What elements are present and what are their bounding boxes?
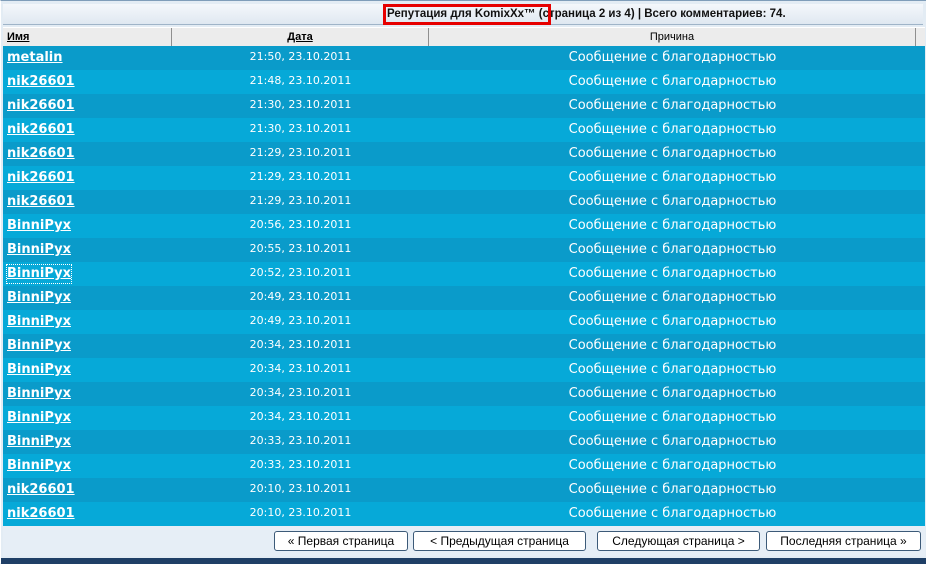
row-date: 20:49, 23.10.2011 bbox=[249, 290, 352, 303]
row-date: 20:49, 23.10.2011 bbox=[249, 314, 352, 327]
previous-page-button[interactable]: < Предыдущая страница bbox=[413, 531, 586, 551]
table-row: BinniPyx 20:34, 23.10.2011 Сообщение с бла… bbox=[3, 334, 925, 358]
user-link[interactable]: nik26601 bbox=[7, 505, 75, 523]
table-row: BinniPyx 20:34, 23.10.2011 Сообщение с бла… bbox=[3, 406, 925, 430]
bottom-border bbox=[1, 558, 926, 564]
first-page-button[interactable]: « Первая страница bbox=[274, 531, 408, 551]
row-reason: Сообщение с благодарностью bbox=[568, 146, 777, 161]
user-link[interactable]: nik26601 bbox=[7, 73, 75, 91]
row-reason: Сообщение с благодарностью bbox=[568, 314, 777, 329]
row-reason: Сообщение с благодарностью bbox=[568, 386, 777, 401]
row-date: 20:55, 23.10.2011 bbox=[249, 242, 352, 255]
row-date: 20:10, 23.10.2011 bbox=[249, 506, 352, 519]
row-date: 20:52, 23.10.2011 bbox=[249, 266, 352, 279]
user-link[interactable]: BinniPyx bbox=[7, 457, 71, 475]
row-reason: Сообщение с благодарностью bbox=[568, 194, 777, 209]
table-row: BinniPyx 20:52, 23.10.2011 Сообщение с бла… bbox=[3, 262, 925, 286]
user-link[interactable]: BinniPyx bbox=[7, 241, 71, 259]
row-date: 21:29, 23.10.2011 bbox=[249, 170, 352, 183]
user-link[interactable]: BinniPyx bbox=[7, 433, 71, 451]
table-row: BinniPyx 20:49, 23.10.2011 Сообщение с бла… bbox=[3, 286, 925, 310]
user-link[interactable]: metalin bbox=[7, 49, 63, 67]
table-row: nik26601 21:30, 23.10.2011 Сообщение с бла… bbox=[3, 118, 925, 142]
user-link[interactable]: BinniPyx bbox=[7, 409, 71, 427]
user-link[interactable]: BinniPyx bbox=[7, 289, 71, 307]
row-reason: Сообщение с благодарностью bbox=[568, 410, 777, 425]
row-date: 20:34, 23.10.2011 bbox=[249, 410, 352, 423]
table-row: nik26601 21:29, 23.10.2011 Сообщение с бла… bbox=[3, 190, 925, 214]
row-reason: Сообщение с благодарностью bbox=[568, 338, 777, 353]
row-reason: Сообщение с благодарностью bbox=[568, 458, 777, 473]
table-row: BinniPyx 20:33, 23.10.2011 Сообщение с бла… bbox=[3, 454, 925, 478]
table-row: nik26601 21:29, 23.10.2011 Сообщение с бла… bbox=[3, 166, 925, 190]
highlight-annotation-box bbox=[383, 4, 551, 25]
row-date: 21:50, 23.10.2011 bbox=[249, 50, 352, 63]
row-date: 21:30, 23.10.2011 bbox=[249, 98, 352, 111]
user-link[interactable]: nik26601 bbox=[7, 121, 75, 139]
title-bar: Репутация для KomixXx™ (страница 2 из 4)… bbox=[3, 4, 923, 25]
row-reason: Сообщение с благодарностью bbox=[568, 266, 777, 281]
row-reason: Сообщение с благодарностью bbox=[568, 290, 777, 305]
user-link[interactable]: BinniPyx bbox=[7, 313, 71, 331]
row-reason: Сообщение с благодарностью bbox=[568, 170, 777, 185]
table-row: nik26601 21:30, 23.10.2011 Сообщение с бла… bbox=[3, 94, 925, 118]
column-header-spacer bbox=[916, 28, 925, 46]
table-row: nik26601 21:48, 23.10.2011 Сообщение с бла… bbox=[3, 70, 925, 94]
row-date: 21:29, 23.10.2011 bbox=[249, 194, 352, 207]
row-date: 20:34, 23.10.2011 bbox=[249, 338, 352, 351]
row-date: 21:30, 23.10.2011 bbox=[249, 122, 352, 135]
user-link[interactable]: nik26601 bbox=[7, 145, 75, 163]
pagination-bar: « Первая страница < Предыдущая страница … bbox=[3, 526, 925, 556]
user-link[interactable]: BinniPyx bbox=[7, 337, 71, 355]
last-page-button[interactable]: Последняя страница » bbox=[766, 531, 921, 551]
user-link[interactable]: nik26601 bbox=[7, 481, 75, 499]
sort-by-name-link[interactable]: Имя bbox=[7, 31, 29, 43]
next-page-button[interactable]: Следующая страница > bbox=[597, 531, 760, 551]
table-row: BinniPyx 20:34, 23.10.2011 Сообщение с бла… bbox=[3, 358, 925, 382]
row-date: 20:56, 23.10.2011 bbox=[249, 218, 352, 231]
table-row: metalin 21:50, 23.10.2011 Сообщение с благ… bbox=[3, 46, 925, 70]
user-link[interactable]: BinniPyx bbox=[6, 264, 72, 284]
column-header-reason: Причина bbox=[429, 28, 916, 46]
table-header: Имя Дата Причина bbox=[3, 27, 925, 47]
column-header-date[interactable]: Дата bbox=[172, 28, 429, 46]
row-reason: Сообщение с благодарностью bbox=[568, 362, 777, 377]
row-reason: Сообщение с благодарностью bbox=[568, 506, 777, 521]
row-reason: Сообщение с благодарностью bbox=[568, 482, 777, 497]
table-row: BinniPyx 20:49, 23.10.2011 Сообщение с бла… bbox=[3, 310, 925, 334]
sort-by-date-link[interactable]: Дата bbox=[287, 31, 312, 43]
row-reason: Сообщение с благодарностью bbox=[568, 98, 777, 113]
user-link[interactable]: BinniPyx bbox=[7, 217, 71, 235]
table-row: BinniPyx 20:34, 23.10.2011 Сообщение с бла… bbox=[3, 382, 925, 406]
row-date: 20:34, 23.10.2011 bbox=[249, 362, 352, 375]
row-reason: Сообщение с благодарностью bbox=[568, 434, 777, 449]
reputation-window: Репутация для KomixXx™ (страница 2 из 4)… bbox=[0, 0, 926, 564]
column-header-name[interactable]: Имя bbox=[3, 28, 172, 46]
row-date: 20:33, 23.10.2011 bbox=[249, 434, 352, 447]
table-row: BinniPyx 20:55, 23.10.2011 Сообщение с бла… bbox=[3, 238, 925, 262]
row-date: 20:33, 23.10.2011 bbox=[249, 458, 352, 471]
table-row: nik26601 21:29, 23.10.2011 Сообщение с бла… bbox=[3, 142, 925, 166]
user-link[interactable]: nik26601 bbox=[7, 193, 75, 211]
user-link[interactable]: nik26601 bbox=[7, 169, 75, 187]
row-reason: Сообщение с благодарностью bbox=[568, 122, 777, 137]
table-row: nik26601 20:10, 23.10.2011 Сообщение с бла… bbox=[3, 478, 925, 502]
row-reason: Сообщение с благодарностью bbox=[568, 218, 777, 233]
reputation-table-body: metalin 21:50, 23.10.2011 Сообщение с благ… bbox=[3, 46, 925, 526]
user-link[interactable]: nik26601 bbox=[7, 97, 75, 115]
row-date: 20:34, 23.10.2011 bbox=[249, 386, 352, 399]
table-row: nik26601 20:10, 23.10.2011 Сообщение с бла… bbox=[3, 502, 925, 526]
row-date: 20:10, 23.10.2011 bbox=[249, 482, 352, 495]
table-row: BinniPyx 20:56, 23.10.2011 Сообщение с бла… bbox=[3, 214, 925, 238]
row-reason: Сообщение с благодарностью bbox=[568, 242, 777, 257]
row-reason: Сообщение с благодарностью bbox=[568, 50, 777, 65]
row-reason: Сообщение с благодарностью bbox=[568, 74, 777, 89]
row-date: 21:29, 23.10.2011 bbox=[249, 146, 352, 159]
user-link[interactable]: BinniPyx bbox=[7, 361, 71, 379]
user-link[interactable]: BinniPyx bbox=[7, 385, 71, 403]
table-row: BinniPyx 20:33, 23.10.2011 Сообщение с бла… bbox=[3, 430, 925, 454]
row-date: 21:48, 23.10.2011 bbox=[249, 74, 352, 87]
